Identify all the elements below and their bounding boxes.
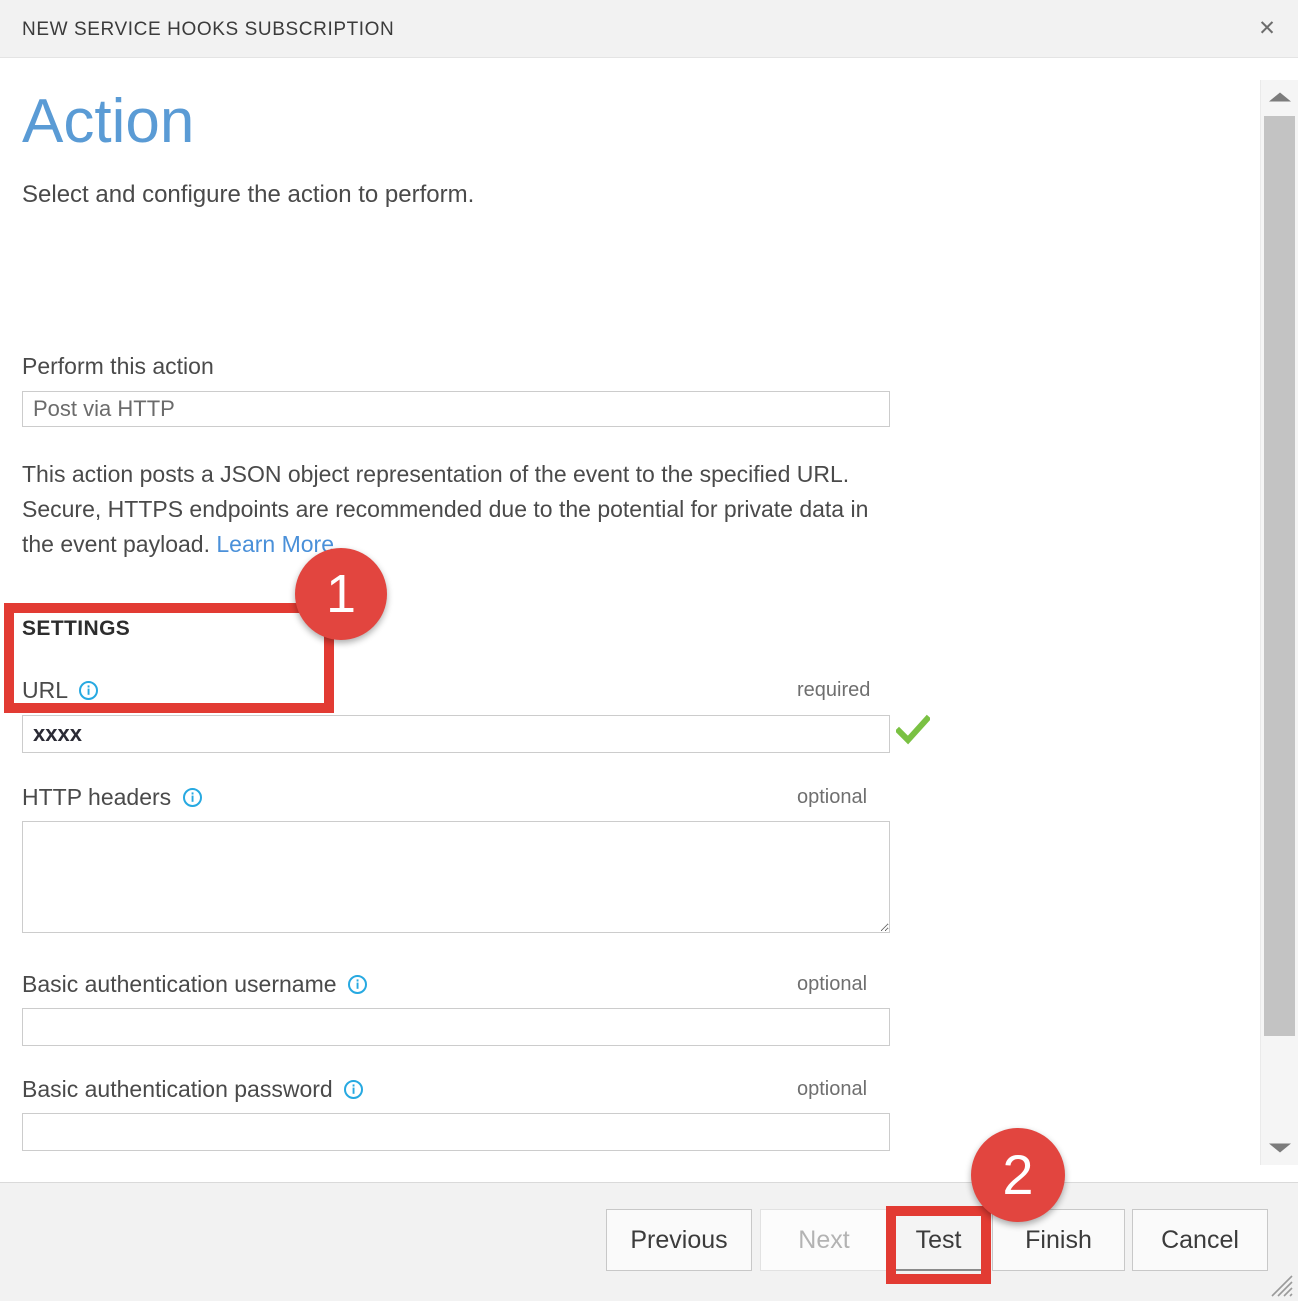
info-icon[interactable] [79, 681, 98, 700]
finish-button[interactable]: Finish [992, 1209, 1125, 1271]
dialog-title: NEW SERVICE HOOKS SUBSCRIPTION [22, 19, 394, 41]
dialog-titlebar: NEW SERVICE HOOKS SUBSCRIPTION ✕ [0, 0, 1298, 58]
http-headers-requirement-tag: optional [797, 786, 867, 809]
info-icon[interactable] [344, 1080, 363, 1099]
basic-auth-username-label-text: Basic authentication username [22, 971, 337, 997]
checkmark-icon [896, 714, 930, 748]
settings-heading: SETTINGS [22, 617, 130, 641]
test-button[interactable]: Test [893, 1209, 984, 1271]
http-headers-label: HTTP headers [22, 784, 202, 811]
http-headers-label-text: HTTP headers [22, 784, 171, 810]
basic-auth-password-input[interactable] [22, 1113, 890, 1151]
http-headers-textarea[interactable] [22, 821, 890, 933]
action-description: This action posts a JSON object represen… [22, 457, 902, 562]
scroll-down-triangle [1269, 1144, 1291, 1153]
scroll-thumb[interactable] [1264, 116, 1295, 1036]
previous-button[interactable]: Previous [606, 1209, 752, 1271]
scroll-up-triangle [1269, 93, 1291, 102]
chevron-up-icon[interactable] [1261, 80, 1298, 114]
action-description-text: This action posts a JSON object represen… [22, 461, 868, 557]
url-label: URL [22, 677, 98, 704]
learn-more-link[interactable]: Learn More [216, 531, 334, 557]
perform-action-label: Perform this action [22, 353, 214, 380]
url-label-text: URL [22, 677, 67, 703]
basic-auth-username-requirement-tag: optional [797, 973, 867, 996]
dialog-content-scroll-region: Action Select and configure the action t… [0, 59, 1246, 1165]
page-subtitle: Select and configure the action to perfo… [22, 181, 474, 209]
resize-grip-icon[interactable] [1267, 1271, 1293, 1297]
url-requirement-tag: required [797, 679, 870, 702]
basic-auth-password-label: Basic authentication password [22, 1076, 363, 1103]
dialog-footer: Previous Next Test Finish Cancel [0, 1182, 1298, 1301]
next-button[interactable]: Next [760, 1209, 888, 1271]
basic-auth-password-requirement-tag: optional [797, 1078, 867, 1101]
page-title: Action [22, 91, 194, 153]
perform-action-field[interactable] [22, 391, 890, 427]
basic-auth-password-label-text: Basic authentication password [22, 1076, 333, 1102]
vertical-scrollbar[interactable] [1260, 80, 1298, 1165]
basic-auth-username-input[interactable] [22, 1008, 890, 1046]
close-icon[interactable]: ✕ [1250, 12, 1284, 46]
info-icon[interactable] [348, 975, 367, 994]
cancel-button[interactable]: Cancel [1132, 1209, 1268, 1271]
url-input[interactable] [22, 715, 890, 753]
basic-auth-username-label: Basic authentication username [22, 971, 367, 998]
chevron-down-icon[interactable] [1261, 1131, 1298, 1165]
new-service-hooks-subscription-dialog: NEW SERVICE HOOKS SUBSCRIPTION ✕ Action … [0, 0, 1298, 1301]
info-icon[interactable] [183, 788, 202, 807]
